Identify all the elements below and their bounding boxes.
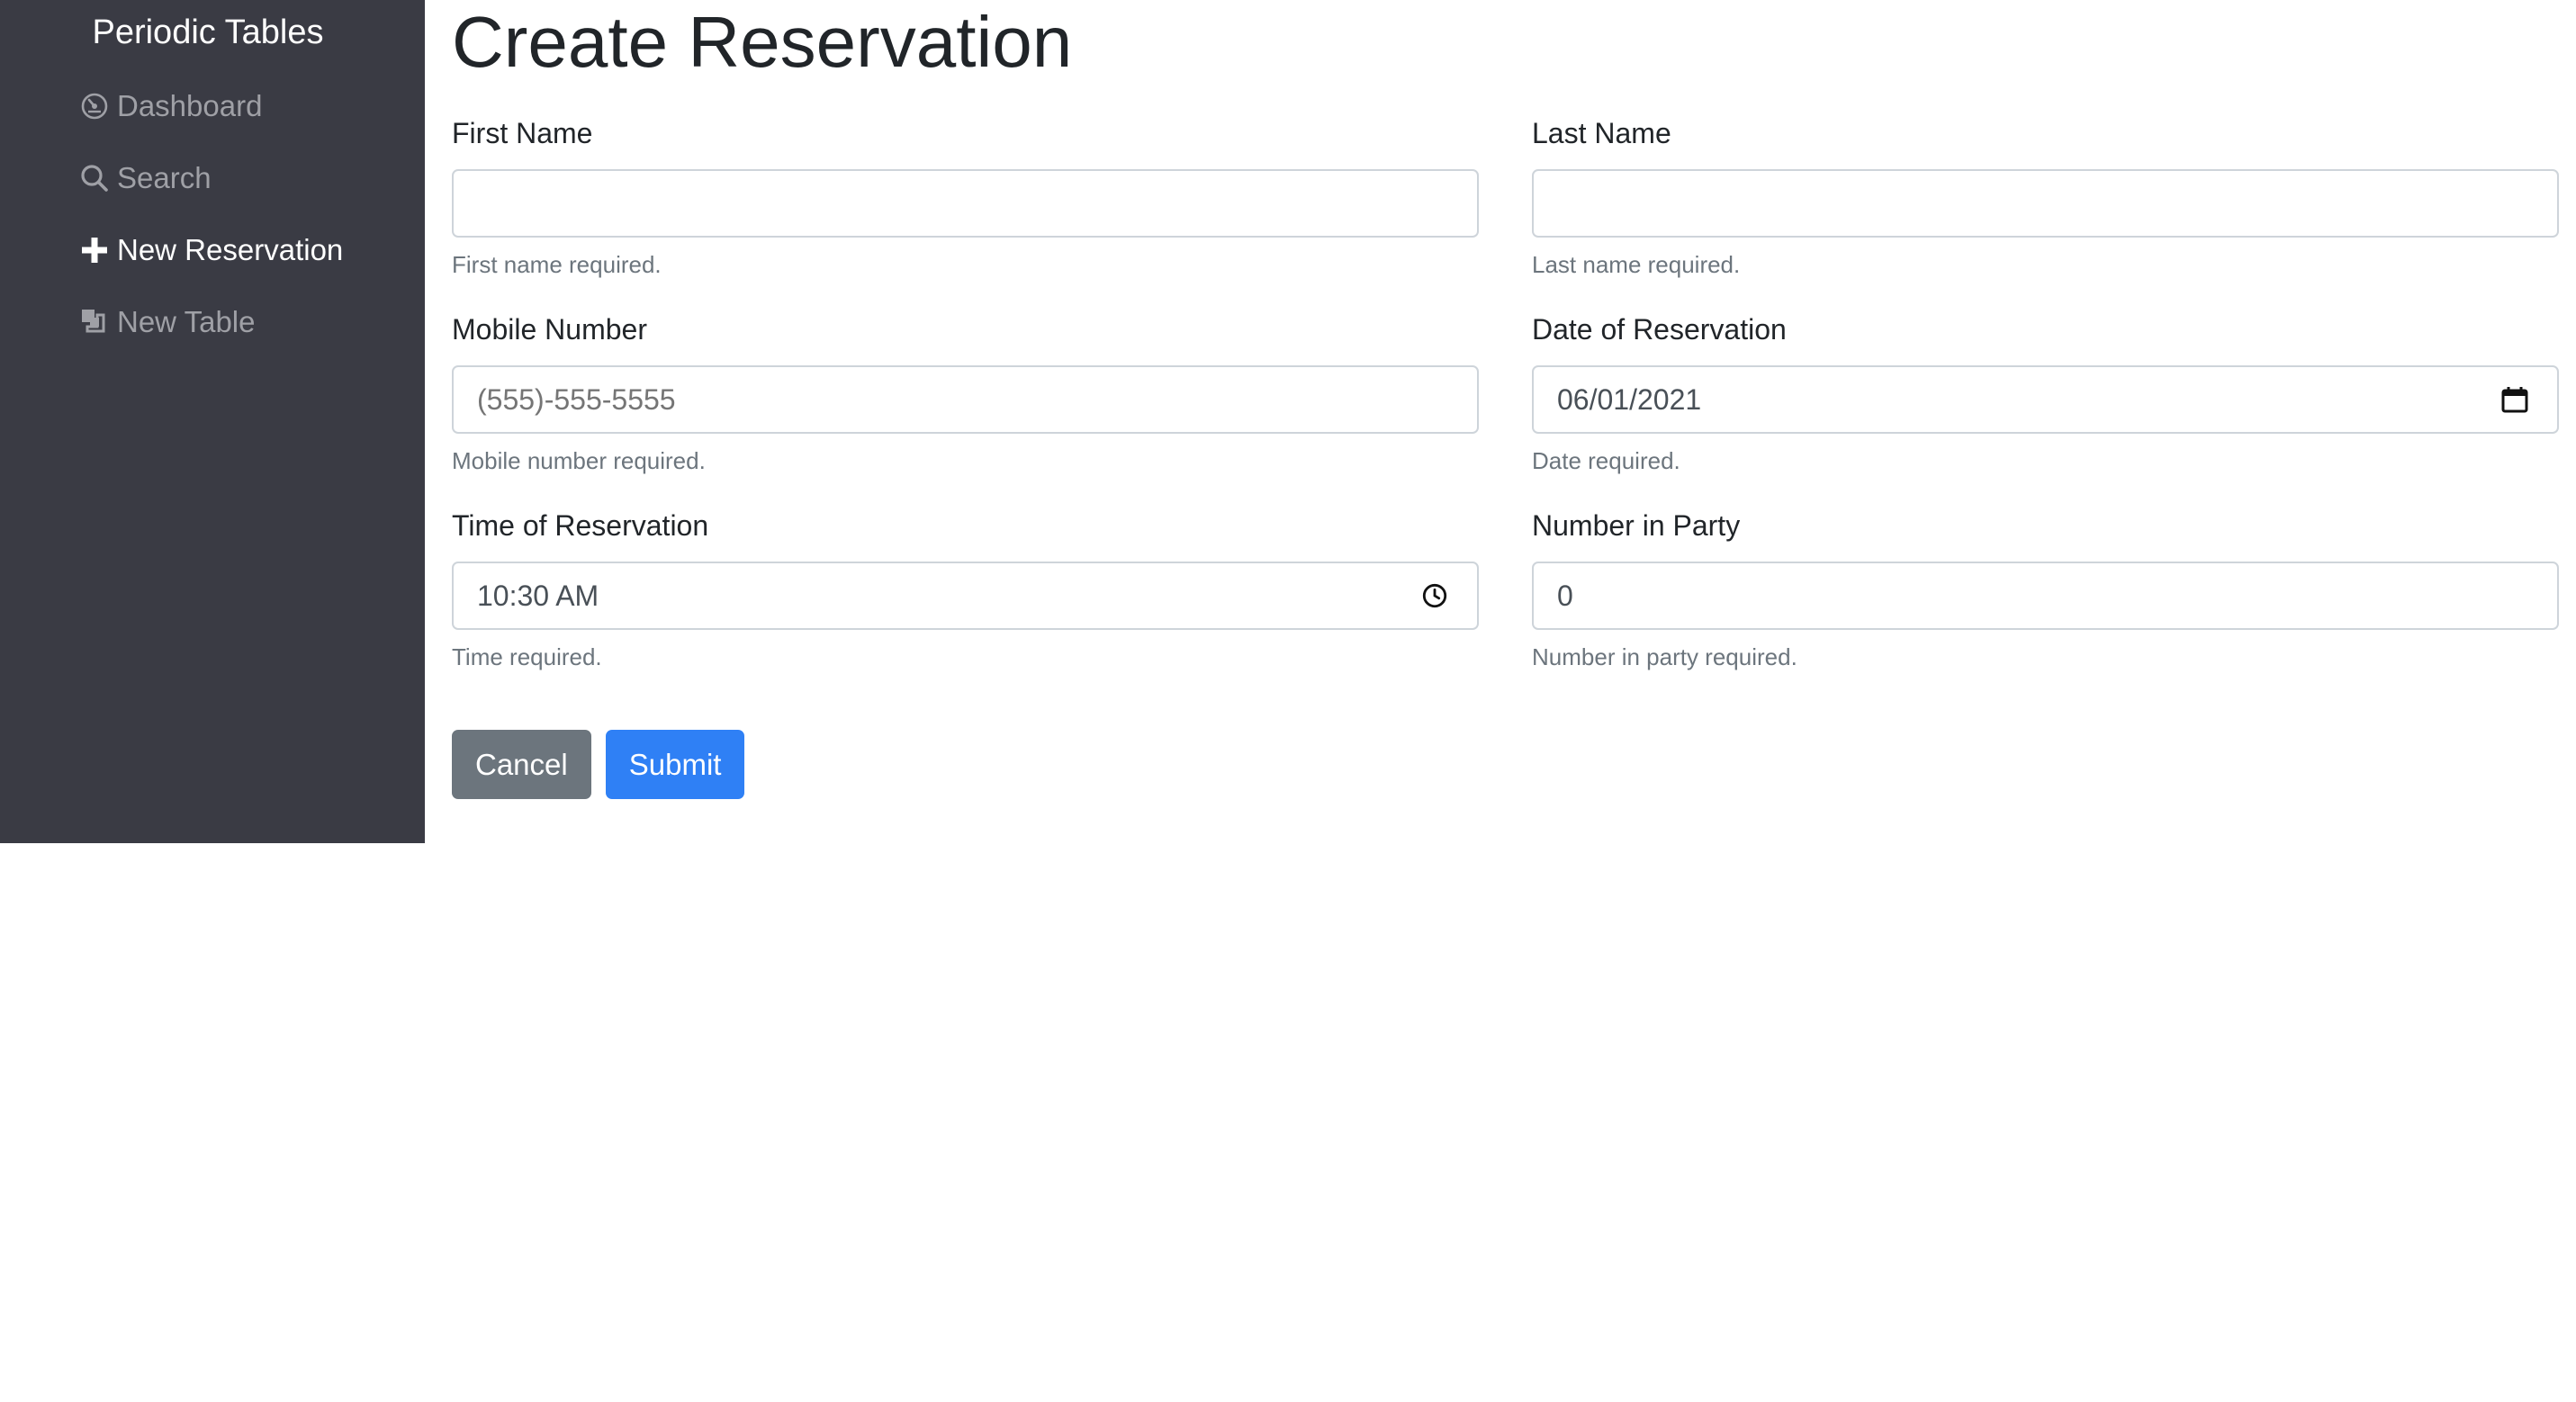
last-name-field-wrap	[1532, 169, 2559, 238]
reservation-time-field[interactable]	[454, 563, 1477, 628]
first-name-label: First Name	[452, 117, 593, 149]
reservation-time-help: Time required.	[452, 643, 602, 670]
dashboard-icon	[79, 91, 110, 121]
mobile-number-label: Mobile Number	[452, 313, 647, 346]
table-icon	[79, 307, 110, 337]
mobile-number-field[interactable]	[454, 367, 1477, 432]
search-icon	[79, 163, 110, 193]
sidebar-item-label: New Reservation	[117, 233, 344, 266]
first-name-group: First Name First name required.	[452, 115, 1479, 279]
people-field[interactable]	[1534, 563, 2557, 628]
page-title: Create Reservation	[452, 2, 1073, 82]
sidebar-item-label: New Table	[117, 305, 256, 338]
mobile-number-group: Mobile Number Mobile number required.	[452, 311, 1479, 475]
form-actions: Cancel Submit	[452, 730, 745, 799]
clock-icon[interactable]	[1419, 580, 1450, 611]
sidebar-item-search[interactable]: Search	[79, 158, 212, 198]
last-name-group: Last Name Last name required.	[1532, 115, 2559, 279]
first-name-field-wrap	[452, 169, 1479, 238]
sidebar-item-new-table[interactable]: New Table	[79, 302, 255, 342]
reservation-time-group: Time of Reservation Time required.	[452, 508, 1479, 671]
plus-icon	[79, 235, 110, 265]
reservation-time-field-wrap	[452, 562, 1479, 630]
sidebar-item-dashboard[interactable]: Dashboard	[79, 86, 262, 126]
people-label: Number in Party	[1532, 509, 1741, 542]
mobile-number-field-wrap	[452, 365, 1479, 434]
reservation-date-field[interactable]	[1534, 367, 2557, 432]
reservation-date-help: Date required.	[1532, 447, 1680, 474]
reservation-date-label: Date of Reservation	[1532, 313, 1787, 346]
last-name-field[interactable]	[1534, 171, 2557, 236]
sidebar-item-new-reservation[interactable]: New Reservation	[79, 230, 343, 270]
last-name-help: Last name required.	[1532, 251, 1741, 278]
submit-button[interactable]: Submit	[605, 730, 745, 799]
sidebar: Periodic Tables Dashboard Search New Res…	[0, 0, 425, 843]
first-name-field[interactable]	[454, 171, 1477, 236]
people-group: Number in Party Number in party required…	[1532, 508, 2559, 671]
calendar-icon[interactable]	[2499, 384, 2530, 415]
reservation-date-group: Date of Reservation Date required.	[1532, 311, 2559, 475]
sidebar-item-label: Search	[117, 161, 212, 194]
cancel-button[interactable]: Cancel	[452, 730, 591, 799]
reservation-time-label: Time of Reservation	[452, 509, 709, 542]
people-help: Number in party required.	[1532, 643, 1797, 670]
mobile-number-help: Mobile number required.	[452, 447, 706, 474]
reservation-date-field-wrap	[1532, 365, 2559, 434]
first-name-help: First name required.	[452, 251, 662, 278]
app-root: Periodic Tables Dashboard Search New Res…	[0, 0, 2576, 1402]
people-field-wrap	[1532, 562, 2559, 630]
sidebar-item-label: Dashboard	[117, 89, 263, 122]
brand-title[interactable]: Periodic Tables	[0, 11, 416, 54]
last-name-label: Last Name	[1532, 117, 1671, 149]
